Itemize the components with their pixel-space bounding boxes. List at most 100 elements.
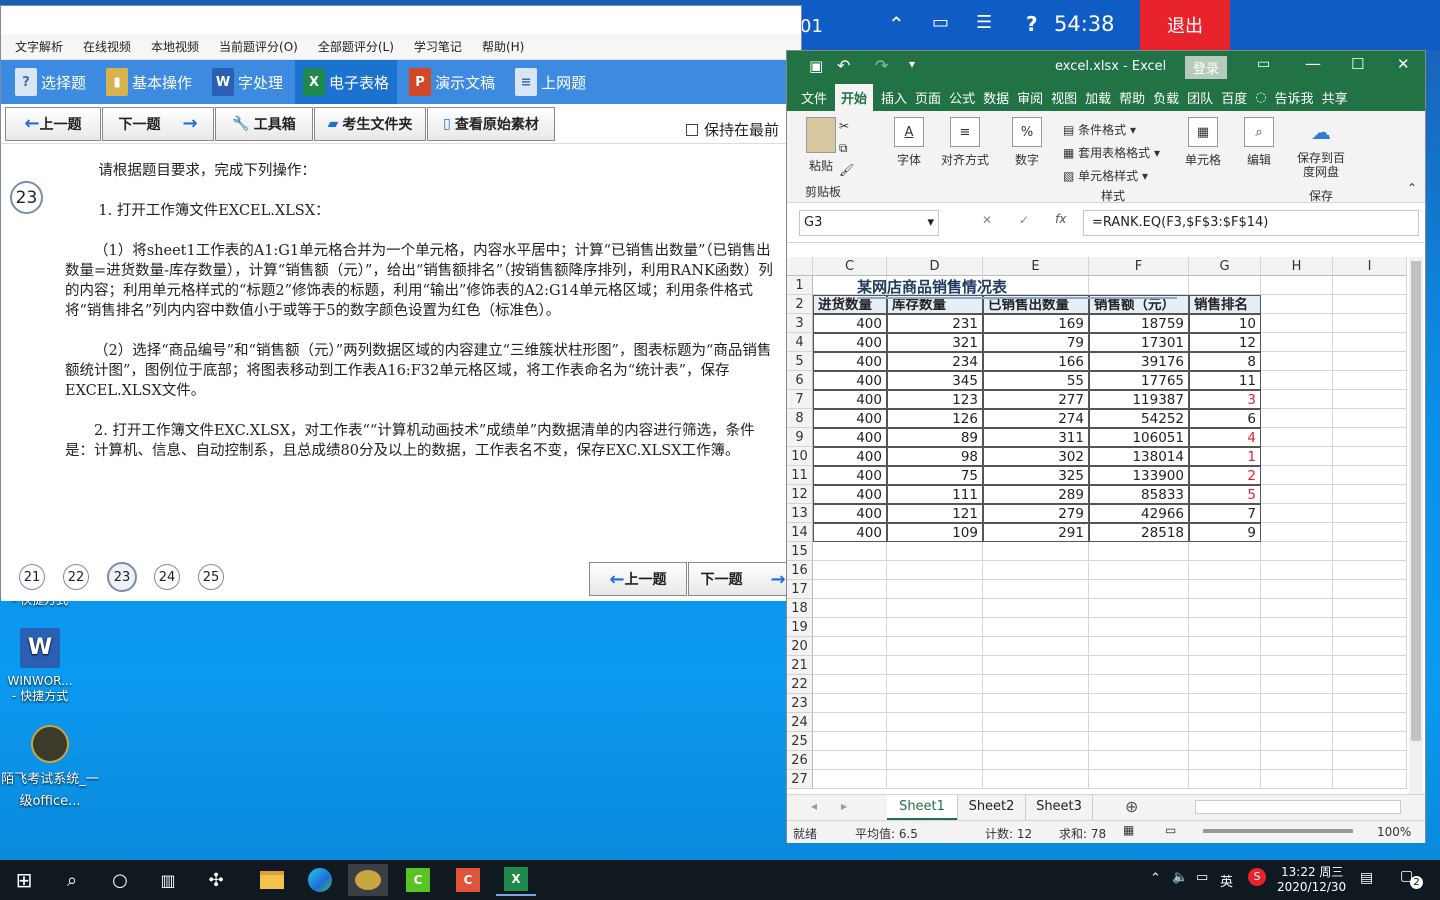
checklist-icon[interactable]: ☰ — [976, 12, 992, 33]
grid-cell[interactable] — [983, 637, 1089, 656]
grid-cell[interactable] — [1333, 352, 1407, 371]
grid-cell[interactable]: 302 — [983, 447, 1089, 466]
grid-cell[interactable] — [887, 618, 983, 637]
grid-cell[interactable] — [983, 713, 1089, 732]
grid-cell[interactable]: 1 — [1189, 447, 1261, 466]
grid-cell[interactable] — [1189, 713, 1261, 732]
function-icon[interactable]: fx — [1055, 212, 1066, 226]
row-header[interactable]: 11 — [787, 466, 813, 485]
grid-cell[interactable]: 400 — [813, 485, 887, 504]
grid-cell[interactable] — [1089, 580, 1189, 599]
grid-cell[interactable]: 5 — [1189, 485, 1261, 504]
collapse-icon[interactable]: ⌃ — [888, 12, 905, 36]
row-header[interactable]: 5 — [787, 352, 813, 371]
grid-cell[interactable] — [1333, 314, 1407, 333]
collapse-ribbon-icon[interactable]: ⌃ — [1407, 181, 1417, 195]
grid-cell[interactable]: 400 — [813, 447, 887, 466]
grid-cell[interactable]: 400 — [813, 314, 887, 333]
grid-cell[interactable] — [887, 599, 983, 618]
column-header-g[interactable]: G — [1189, 257, 1261, 276]
share-button[interactable]: 共享 — [1322, 88, 1348, 107]
grid-cell[interactable] — [983, 561, 1089, 580]
page-23[interactable]: 23 — [107, 562, 137, 592]
row-header[interactable]: 13 — [787, 504, 813, 523]
window-icon[interactable]: ▭ — [932, 12, 949, 33]
grid-cell[interactable] — [1261, 314, 1333, 333]
grid-cell[interactable]: 39176 — [1089, 352, 1189, 371]
grid-cell[interactable] — [1261, 352, 1333, 371]
grid-cell[interactable] — [887, 542, 983, 561]
save-icon[interactable]: ▣ — [809, 57, 823, 75]
grid-cell[interactable] — [1189, 656, 1261, 675]
tab-review[interactable]: 审阅 — [1017, 88, 1043, 107]
row-header[interactable]: 26 — [787, 751, 813, 770]
grid-cell[interactable] — [887, 656, 983, 675]
toolbox-button[interactable]: 🔧 工具箱 — [215, 106, 313, 141]
worksheet-grid[interactable]: C D E F G H I 1 2 进货数量 库存数量 已销售出数量 销售额（元） 销售排名… — [787, 257, 1407, 794]
grid-cell[interactable] — [1333, 751, 1407, 770]
search-icon[interactable]: ⌕ — [52, 864, 92, 896]
grid-cell[interactable]: 79 — [983, 333, 1089, 352]
grid-cell[interactable]: 89 — [887, 428, 983, 447]
grid-cell[interactable]: 54252 — [1089, 409, 1189, 428]
grid-cell[interactable] — [1333, 485, 1407, 504]
tab-home[interactable]: 开始 — [835, 83, 874, 111]
grid-cell[interactable] — [813, 637, 887, 656]
grid-cell[interactable] — [1333, 295, 1407, 314]
grid-cell[interactable]: 销售排名 — [1189, 295, 1261, 314]
row-header[interactable]: 18 — [787, 599, 813, 618]
row-header[interactable]: 25 — [787, 732, 813, 751]
grid-cell[interactable]: 400 — [813, 428, 887, 447]
column-header-e[interactable]: E — [983, 257, 1089, 276]
menu-online-video[interactable]: 在线视频 — [83, 38, 131, 55]
table-format-button[interactable]: ▦ 套用表格格式 ▾ — [1063, 144, 1160, 161]
minimize-icon[interactable]: — — [1305, 54, 1321, 73]
tab-data[interactable]: 数据 — [983, 88, 1009, 107]
row-header[interactable]: 23 — [787, 694, 813, 713]
grid-cell[interactable]: 98 — [887, 447, 983, 466]
row-header[interactable]: 22 — [787, 675, 813, 694]
grid-cell[interactable] — [1333, 523, 1407, 542]
grid-cell[interactable] — [813, 732, 887, 751]
tab-file[interactable]: 文件 — [801, 88, 827, 107]
grid-cell[interactable] — [983, 732, 1089, 751]
help-icon[interactable]: ? — [1026, 12, 1038, 36]
grid-cell[interactable] — [1261, 523, 1333, 542]
row-header[interactable]: 3 — [787, 314, 813, 333]
grid-cell[interactable]: 166 — [983, 352, 1089, 371]
horizontal-scrollbar[interactable] — [1195, 800, 1401, 814]
volume-icon[interactable]: 🔈 — [1172, 870, 1188, 885]
menu-local-video[interactable]: 本地视频 — [151, 38, 199, 55]
network-icon[interactable]: ▭ — [1196, 870, 1208, 885]
grid-cell[interactable]: 12 — [1189, 333, 1261, 352]
grid-cell[interactable]: 400 — [813, 333, 887, 352]
clock-date[interactable]: 2020/12/30 — [1277, 880, 1346, 894]
grid-cell[interactable] — [1333, 637, 1407, 656]
grid-cell[interactable] — [1261, 295, 1333, 314]
app-ppt[interactable]: P 演示文稿 — [401, 60, 503, 104]
grid-cell[interactable] — [1333, 656, 1407, 675]
grid-cell[interactable] — [1261, 599, 1333, 618]
grid-cell[interactable] — [1189, 751, 1261, 770]
grid-cell[interactable] — [887, 561, 983, 580]
grid-cell[interactable] — [1261, 276, 1333, 295]
tab-team[interactable]: 团队 — [1187, 88, 1213, 107]
keep-on-top-checkbox[interactable]: 保持在最前 — [685, 119, 779, 140]
row-header[interactable]: 21 — [787, 656, 813, 675]
name-box[interactable]: G3 ▾ — [799, 210, 939, 236]
page-21[interactable]: 21 — [19, 564, 45, 590]
font-button[interactable]: A 字体 — [891, 117, 927, 168]
row-header[interactable]: 20 — [787, 637, 813, 656]
green-app-icon[interactable]: C — [398, 864, 438, 896]
grid-cell[interactable] — [1261, 675, 1333, 694]
grid-cell[interactable] — [1189, 675, 1261, 694]
grid-cell[interactable] — [1189, 732, 1261, 751]
grid-cell[interactable] — [1261, 770, 1333, 789]
grid-cell[interactable] — [1333, 542, 1407, 561]
cell-style-button[interactable]: ▧ 单元格样式 ▾ — [1063, 167, 1148, 184]
file-explorer-icon[interactable] — [252, 864, 292, 896]
grid-cell[interactable] — [1189, 561, 1261, 580]
app-word[interactable]: W 字处理 — [204, 60, 291, 104]
checkbox[interactable] — [685, 123, 698, 136]
row-header[interactable]: 17 — [787, 580, 813, 599]
